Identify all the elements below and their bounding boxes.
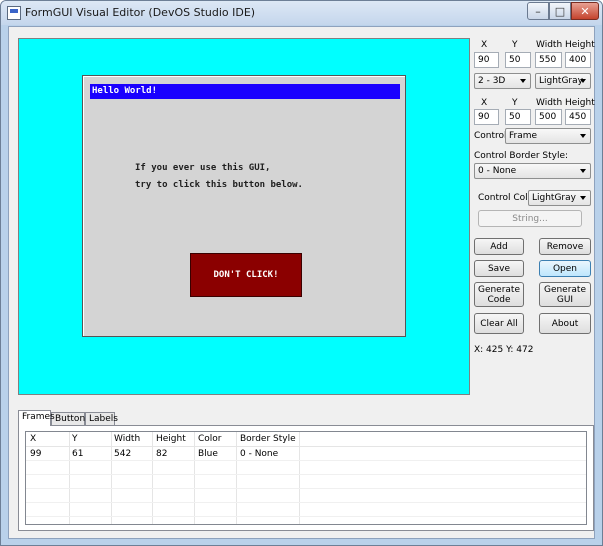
cell-width: 542: [114, 449, 132, 459]
client-area: Hello World! If you ever use this GUI, t…: [8, 26, 595, 539]
control-height-input[interactable]: 450: [565, 109, 591, 125]
tab-labels[interactable]: Labels: [85, 412, 118, 426]
frame-message-line1: If you ever use this GUI,: [135, 163, 271, 173]
list-header: X Y Width Height Color Border Style: [26, 432, 586, 447]
border-style-label: Control Border Style:: [474, 151, 569, 161]
table-row-empty: [26, 462, 586, 475]
remove-button[interactable]: Remove: [539, 238, 591, 255]
frames-tab-panel: X Y Width Height Color Border Style 99 6…: [18, 425, 594, 531]
control-color-dropdown[interactable]: LightGray: [528, 190, 591, 206]
frame-message-line2: try to click this button below.: [135, 180, 303, 190]
tab-frames[interactable]: Frames: [18, 410, 55, 426]
column-header-width[interactable]: Width: [114, 434, 140, 444]
chevron-down-icon: [520, 79, 526, 83]
open-button[interactable]: Open: [539, 260, 591, 277]
app-window: FormGUI Visual Editor (DevOS Studio IDE)…: [0, 0, 603, 546]
frame-message[interactable]: If you ever use this GUI, try to click t…: [135, 160, 303, 194]
preview-frame[interactable]: Hello World! If you ever use this GUI, t…: [82, 75, 406, 337]
column-header-y[interactable]: Y: [72, 434, 78, 444]
control-y-header: Y: [512, 98, 518, 108]
cell-border-style: 0 - None: [240, 449, 279, 459]
cursor-coords: X: 425 Y: 472: [474, 345, 534, 355]
minimize-button[interactable]: –: [527, 2, 549, 20]
frame-title-bar[interactable]: Hello World!: [90, 84, 400, 99]
dont-click-button[interactable]: DON'T CLICK!: [190, 253, 302, 297]
control-y-input[interactable]: 50: [505, 109, 531, 125]
cell-x: 99: [30, 449, 42, 459]
frames-list[interactable]: X Y Width Height Color Border Style 99 6…: [25, 431, 587, 525]
frame-height-input[interactable]: 400: [565, 52, 591, 68]
about-button[interactable]: About: [539, 313, 591, 334]
chevron-down-icon: [580, 134, 586, 138]
generate-code-button[interactable]: Generate Code: [474, 282, 524, 307]
control-color-value: LightGray: [532, 193, 576, 203]
column-header-color[interactable]: Color: [198, 434, 222, 444]
frame-width-header: Width: [536, 40, 563, 50]
maximize-button[interactable]: □: [549, 2, 571, 20]
cell-color: Blue: [198, 449, 218, 459]
control-width-input[interactable]: 500: [535, 109, 562, 125]
table-row-empty: [26, 504, 586, 517]
clear-all-button[interactable]: Clear All: [474, 313, 524, 334]
frame-color-dropdown[interactable]: LightGray: [535, 73, 591, 89]
close-button[interactable]: ✕: [571, 2, 599, 20]
chevron-down-icon: [580, 169, 586, 173]
control-width-header: Width: [536, 98, 563, 108]
frame-x-input[interactable]: 90: [474, 52, 499, 68]
cell-height: 82: [156, 449, 168, 459]
chevron-down-icon: [580, 79, 586, 83]
frame-width-input[interactable]: 550: [535, 52, 562, 68]
frame-x-header: X: [481, 40, 488, 50]
frame-style-value: 2 - 3D: [478, 76, 506, 86]
frame-y-input[interactable]: 50: [505, 52, 531, 68]
add-button[interactable]: Add: [474, 238, 524, 255]
string-button[interactable]: String...: [478, 210, 582, 227]
frame-color-value: LightGray: [539, 76, 583, 86]
column-header-height[interactable]: Height: [156, 434, 186, 444]
control-type-dropdown[interactable]: Frame: [505, 128, 591, 144]
title-bar[interactable]: FormGUI Visual Editor (DevOS Studio IDE)…: [1, 1, 602, 25]
frame-y-header: Y: [512, 40, 518, 50]
border-style-dropdown[interactable]: 0 - None: [474, 163, 591, 179]
table-row-empty: [26, 476, 586, 489]
control-type-value: Frame: [509, 131, 538, 141]
cell-y: 61: [72, 449, 84, 459]
generate-gui-button[interactable]: Generate GUI: [539, 282, 591, 307]
design-canvas[interactable]: Hello World! If you ever use this GUI, t…: [18, 38, 470, 395]
column-header-x[interactable]: X: [30, 434, 36, 444]
tab-buttons[interactable]: Buttons: [51, 412, 90, 426]
chevron-down-icon: [580, 196, 586, 200]
control-height-header: Height: [565, 98, 595, 108]
frame-height-header: Height: [565, 40, 595, 50]
control-x-header: X: [481, 98, 488, 108]
window-title: FormGUI Visual Editor (DevOS Studio IDE): [25, 6, 256, 19]
control-x-input[interactable]: 90: [474, 109, 499, 125]
table-row-empty: [26, 490, 586, 503]
app-icon: [7, 6, 21, 20]
table-row[interactable]: 99 61 542 82 Blue 0 - None: [26, 448, 586, 461]
save-button[interactable]: Save: [474, 260, 524, 277]
border-style-value: 0 - None: [478, 166, 517, 176]
frame-style-dropdown[interactable]: 2 - 3D: [474, 73, 531, 89]
column-header-border-style[interactable]: Border Style: [240, 434, 296, 444]
